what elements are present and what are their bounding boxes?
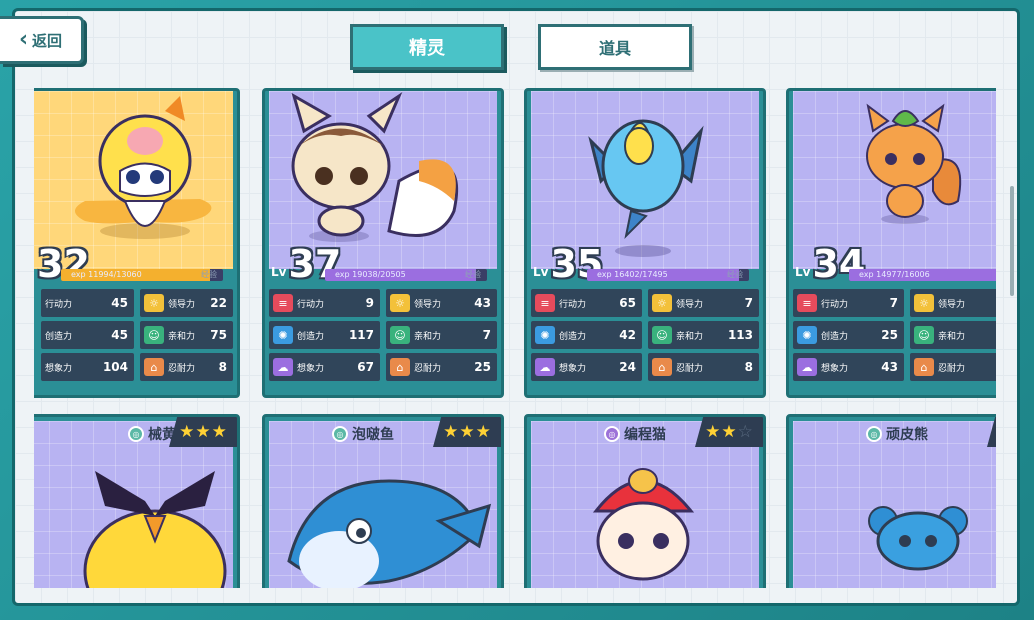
stat-leadership: ☼领导力11 <box>910 289 996 317</box>
tab-bar: 精灵 道具 <box>350 24 692 70</box>
exp-text: exp 14977/16006 <box>859 270 930 279</box>
chevron-left-icon: ‹ <box>18 27 29 52</box>
element-icon: ◎ <box>866 426 882 442</box>
element-icon: ◎ <box>604 426 620 442</box>
sprite-grid: 32 exp 11994/13060 经验 行动力 45 ☼ 领导力 22 创造力 45… <box>34 88 996 588</box>
imagination-icon: ☁ <box>797 358 817 376</box>
stat-endurance: ⌂ 忍耐力 8 <box>648 353 759 381</box>
stats-grid: ≡行动力7 ☼领导力11 ✺创造力25 ☺亲和力6 ☁想象力43 ⌂忍耐力 <box>793 289 996 381</box>
exp-bar: exp 11994/13060 经验 <box>61 269 223 281</box>
tab-items[interactable]: 道具 <box>538 24 692 70</box>
exp-tag: 经验 <box>727 270 743 279</box>
exp-bar: exp 16402/17495 经验 <box>587 269 749 281</box>
exp-text: exp 11994/13060 <box>71 270 142 279</box>
star-filled-icon: ★ <box>211 421 227 442</box>
action-icon: ≡ <box>797 294 817 312</box>
creativity-icon: ✺ <box>273 326 293 344</box>
sprite-name: 编程猫 <box>624 427 666 443</box>
star-rating: ★ ★ ☆ <box>695 417 763 447</box>
creativity-icon: ✺ <box>797 326 817 344</box>
affinity-icon: ☺ <box>914 326 934 344</box>
imagination-icon: ☁ <box>273 358 293 376</box>
sprite-card[interactable]: ◎ 泡啵鱼 ★ ★ ★ <box>262 414 504 588</box>
stat-affinity: ☺ 亲和力 7 <box>386 321 497 349</box>
sprite-card[interactable]: Lv 34 exp 14977/16006 ≡行动力7 ☼领导力11 ✺创造力2… <box>786 88 996 398</box>
stat-action: ≡ 行动力 65 <box>531 289 642 317</box>
affinity-icon: ☺ <box>652 326 672 344</box>
stat-endurance: ⌂ 忍耐力 8 <box>140 353 233 381</box>
leadership-icon: ☼ <box>914 294 934 312</box>
stat-imagination: ☁ 想象力 43 <box>793 353 904 381</box>
star-filled-icon: ★ <box>459 421 475 442</box>
stats-grid: ≡ 行动力 65 ☼ 领导力 7 ✺ 创造力 42 ☺ 亲和力 113 ☁ 想象力 24 ⌂ 忍耐力 8 <box>531 289 759 381</box>
sprite-card[interactable]: ◎ 顽皮熊 ★☆☆ <box>786 414 996 588</box>
exp-text: exp 19038/20505 <box>335 270 406 279</box>
element-icon: ◎ <box>128 426 144 442</box>
stat-creativity: ✺ 创造力 42 <box>531 321 642 349</box>
sprite-card[interactable]: Lv 37 exp 19038/20505 经验 ≡ 行动力 9 ☼ 领导力 43 ✺ 创… <box>262 88 504 398</box>
tab-sprites[interactable]: 精灵 <box>350 24 504 70</box>
star-filled-icon: ★ <box>721 421 737 442</box>
star-rating: ★ ★ ★ <box>433 417 501 447</box>
back-button[interactable]: ‹ 返回 <box>0 16 84 64</box>
sprite-card[interactable]: Lv 35 exp 16402/17495 经验 ≡ 行动力 65 ☼ 领导力 7 ✺ 创… <box>524 88 766 398</box>
sprite-name: 泡啵鱼 <box>352 427 394 443</box>
stat-creativity: ✺ 创造力 117 <box>269 321 380 349</box>
stat-affinity: ☺亲和力6 <box>910 321 996 349</box>
exp-text: exp 16402/17495 <box>597 270 668 279</box>
stat-creativity: ✺ 创造力 25 <box>793 321 904 349</box>
leadership-icon: ☼ <box>652 294 672 312</box>
stat-action: ≡ 行动力 9 <box>269 289 380 317</box>
stat-leadership: ☼ 领导力 7 <box>648 289 759 317</box>
stats-grid: 行动力 45 ☼ 领导力 22 创造力 45 ☺ 亲和力 75 想象力 104 ⌂ 忍耐力 8 <box>41 289 233 381</box>
exp-bar: exp 19038/20505 经验 <box>325 269 487 281</box>
stat-imagination: 想象力 104 <box>41 353 134 381</box>
star-filled-icon: ★ <box>179 421 195 442</box>
affinity-icon: ☺ <box>390 326 410 344</box>
star-filled-icon: ★ <box>195 421 211 442</box>
leadership-icon: ☼ <box>390 294 410 312</box>
action-icon: ≡ <box>273 294 293 312</box>
level-prefix: Lv <box>271 265 287 279</box>
affinity-icon: ☺ <box>144 326 164 344</box>
stat-imagination: ☁ 想象力 67 <box>269 353 380 381</box>
leadership-icon: ☼ <box>144 294 164 312</box>
star-empty-icon: ☆ <box>737 421 753 442</box>
stat-imagination: ☁ 想象力 24 <box>531 353 642 381</box>
stat-action: 行动力 45 <box>41 289 134 317</box>
sprite-name: 顽皮熊 <box>886 427 928 443</box>
level-prefix: Lv <box>795 265 811 279</box>
exp-tag: 经验 <box>201 270 217 279</box>
scrollbar-thumb[interactable] <box>1010 186 1014 296</box>
sprite-card[interactable]: ◎ 编程猫 ★ ★ ☆ <box>524 414 766 588</box>
stat-affinity: ☺ 亲和力 75 <box>140 321 233 349</box>
stats-grid: ≡ 行动力 9 ☼ 领导力 43 ✺ 创造力 117 ☺ 亲和力 7 ☁ 想象力 67 ⌂ 忍耐力 25 <box>269 289 497 381</box>
element-icon: ◎ <box>332 426 348 442</box>
back-label: 返回 <box>32 31 63 50</box>
sprite-card[interactable]: ◎ 械黄鸡 ★ ★ ★ <box>34 414 240 588</box>
stat-creativity: 创造力 45 <box>41 321 134 349</box>
imagination-icon: ☁ <box>535 358 555 376</box>
stat-leadership: ☼ 领导力 43 <box>386 289 497 317</box>
endurance-icon: ⌂ <box>914 358 934 376</box>
star-rating: ★ ★ ★ <box>169 417 237 447</box>
star-filled-icon: ★ <box>475 421 491 442</box>
sprite-name-bar: ◎ 顽皮熊 <box>789 421 996 447</box>
endurance-icon: ⌂ <box>144 358 164 376</box>
exp-tag: 经验 <box>465 270 481 279</box>
star-filled-icon: ★ <box>705 421 721 442</box>
stat-endurance: ⌂ 忍耐力 25 <box>386 353 497 381</box>
level-prefix: Lv <box>533 265 549 279</box>
stat-action: ≡ 行动力 7 <box>793 289 904 317</box>
sprite-card[interactable]: 32 exp 11994/13060 经验 行动力 45 ☼ 领导力 22 创造力 45… <box>34 88 240 398</box>
creativity-icon: ✺ <box>535 326 555 344</box>
stat-affinity: ☺ 亲和力 113 <box>648 321 759 349</box>
action-icon: ≡ <box>535 294 555 312</box>
stat-endurance: ⌂ 忍耐力 <box>910 353 996 381</box>
endurance-icon: ⌂ <box>652 358 672 376</box>
exp-bar: exp 14977/16006 <box>849 269 996 281</box>
stat-leadership: ☼ 领导力 22 <box>140 289 233 317</box>
star-filled-icon: ★ <box>443 421 459 442</box>
endurance-icon: ⌂ <box>390 358 410 376</box>
